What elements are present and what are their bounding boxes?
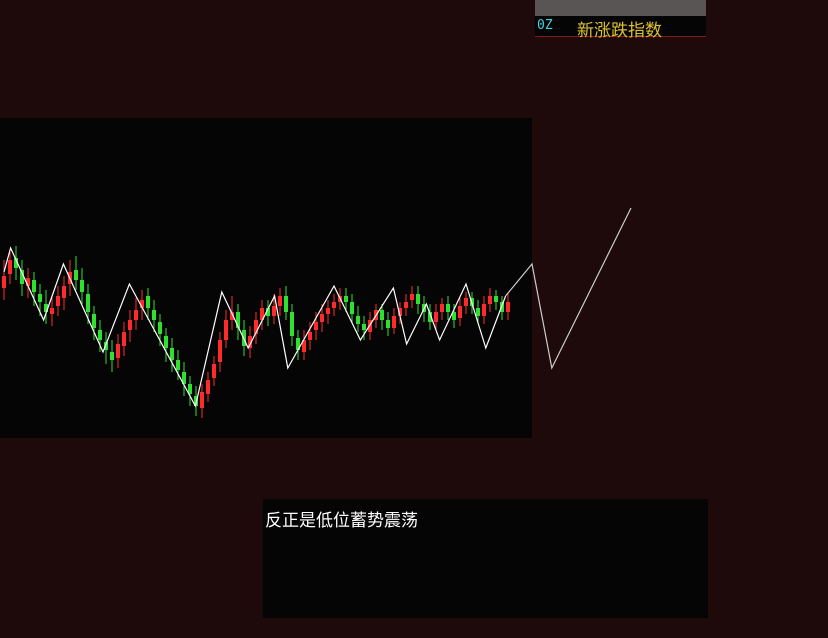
candle-body <box>116 344 120 358</box>
candle-body <box>8 260 12 274</box>
comment-text: 反正是低位蓄势震荡 <box>265 511 418 531</box>
candle-body <box>56 296 60 306</box>
candle-body <box>434 312 438 322</box>
comment-panel: 反正是低位蓄势震荡 <box>263 499 708 618</box>
candle-body <box>494 296 498 302</box>
candle-body <box>92 314 96 328</box>
candle-body <box>290 312 294 336</box>
candle-body <box>170 348 174 360</box>
candle-body <box>362 324 366 330</box>
candle-body <box>380 310 384 320</box>
candle-body <box>206 380 210 394</box>
candle-body <box>272 306 276 316</box>
candle-body <box>386 320 390 328</box>
candle-body <box>476 308 480 316</box>
candle-body <box>158 322 162 334</box>
candle-body <box>128 320 132 330</box>
candle-body <box>122 332 126 346</box>
candle-body <box>218 340 222 362</box>
candle-body <box>488 296 492 304</box>
candle-body <box>350 302 354 314</box>
candle-body <box>176 360 180 370</box>
candle-body <box>134 310 138 320</box>
candle-body <box>416 294 420 304</box>
candle-body <box>50 308 54 314</box>
candle-body <box>62 286 66 298</box>
candle-body <box>314 322 318 330</box>
candle-body <box>440 304 444 312</box>
candle-body <box>326 308 330 314</box>
candle-body <box>320 314 324 322</box>
candle-body <box>224 320 228 340</box>
candle-body <box>284 296 288 312</box>
candle-body <box>278 296 282 306</box>
candle-body <box>80 280 84 292</box>
candle-body <box>2 276 6 288</box>
candle-body <box>200 392 204 408</box>
candle-body <box>506 302 510 312</box>
candle-body <box>74 270 78 280</box>
candle-body <box>404 302 408 308</box>
candle-body <box>212 364 216 378</box>
candle-body <box>356 316 360 324</box>
candle-body <box>86 294 90 312</box>
chart-panel <box>0 118 532 438</box>
candle-body <box>308 332 312 340</box>
candle-body <box>152 310 156 320</box>
candle-body <box>482 304 486 316</box>
candle-body <box>164 336 168 348</box>
candle-body <box>98 330 102 340</box>
candle-body <box>344 296 348 302</box>
candle-body <box>332 302 336 308</box>
candle-body <box>392 316 396 328</box>
candle-body <box>146 296 150 308</box>
candle-body <box>410 294 414 300</box>
candle-body <box>38 294 42 302</box>
candle-body <box>446 304 450 312</box>
candle-body <box>110 352 114 360</box>
candle-body <box>464 298 468 306</box>
candle-body <box>32 280 36 292</box>
candle-body <box>458 306 462 318</box>
